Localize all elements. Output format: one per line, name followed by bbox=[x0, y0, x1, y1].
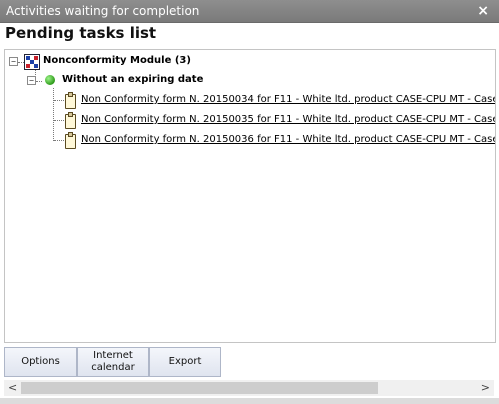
tree-connector bbox=[54, 120, 64, 121]
tree-connector bbox=[36, 81, 42, 82]
group-collapse-toggle[interactable]: − bbox=[27, 76, 36, 85]
close-icon[interactable]: × bbox=[477, 0, 489, 22]
tree-connector bbox=[54, 100, 64, 101]
clipboard-icon bbox=[65, 112, 76, 129]
tree-connector bbox=[54, 140, 64, 141]
scroll-left-icon[interactable]: < bbox=[8, 381, 17, 394]
task-link[interactable]: Non Conformity form N. 20150035 for F11 … bbox=[81, 114, 495, 125]
tree-connector bbox=[53, 88, 54, 141]
export-button[interactable]: Export bbox=[149, 347, 221, 377]
tree-node-group[interactable]: Without an expiring date bbox=[62, 74, 203, 85]
tree-node-module[interactable]: Nonconformity Module (3) bbox=[43, 55, 191, 66]
tasks-tree-panel: − Nonconformity Module (3) − Without an … bbox=[4, 49, 496, 343]
scrollbar-thumb[interactable] bbox=[21, 382, 378, 394]
horizontal-scrollbar[interactable]: < > bbox=[4, 380, 494, 396]
scroll-right-icon[interactable]: > bbox=[481, 381, 490, 394]
window-title-bar: Activities waiting for completion × bbox=[0, 0, 499, 23]
clipboard-icon bbox=[65, 92, 76, 109]
module-grid-icon bbox=[24, 54, 40, 70]
task-link[interactable]: Non Conformity form N. 20150034 for F11 … bbox=[81, 94, 495, 105]
window-title: Activities waiting for completion bbox=[6, 4, 200, 18]
green-status-icon bbox=[45, 75, 55, 85]
export-button-label: Export bbox=[168, 356, 202, 367]
module-collapse-toggle[interactable]: − bbox=[9, 57, 18, 66]
options-button[interactable]: Options bbox=[4, 347, 77, 377]
page-title: Pending tasks list bbox=[5, 24, 157, 42]
task-link[interactable]: Non Conformity form N. 20150036 for F11 … bbox=[81, 134, 495, 145]
options-button-label: Options bbox=[21, 356, 60, 367]
internet-calendar-button[interactable]: Internet calendar bbox=[77, 347, 149, 377]
clipboard-icon bbox=[65, 132, 76, 149]
bottom-border bbox=[0, 398, 499, 404]
calendar-button-label-line2: calendar bbox=[91, 362, 135, 373]
calendar-button-label-line1: Internet bbox=[93, 350, 133, 361]
